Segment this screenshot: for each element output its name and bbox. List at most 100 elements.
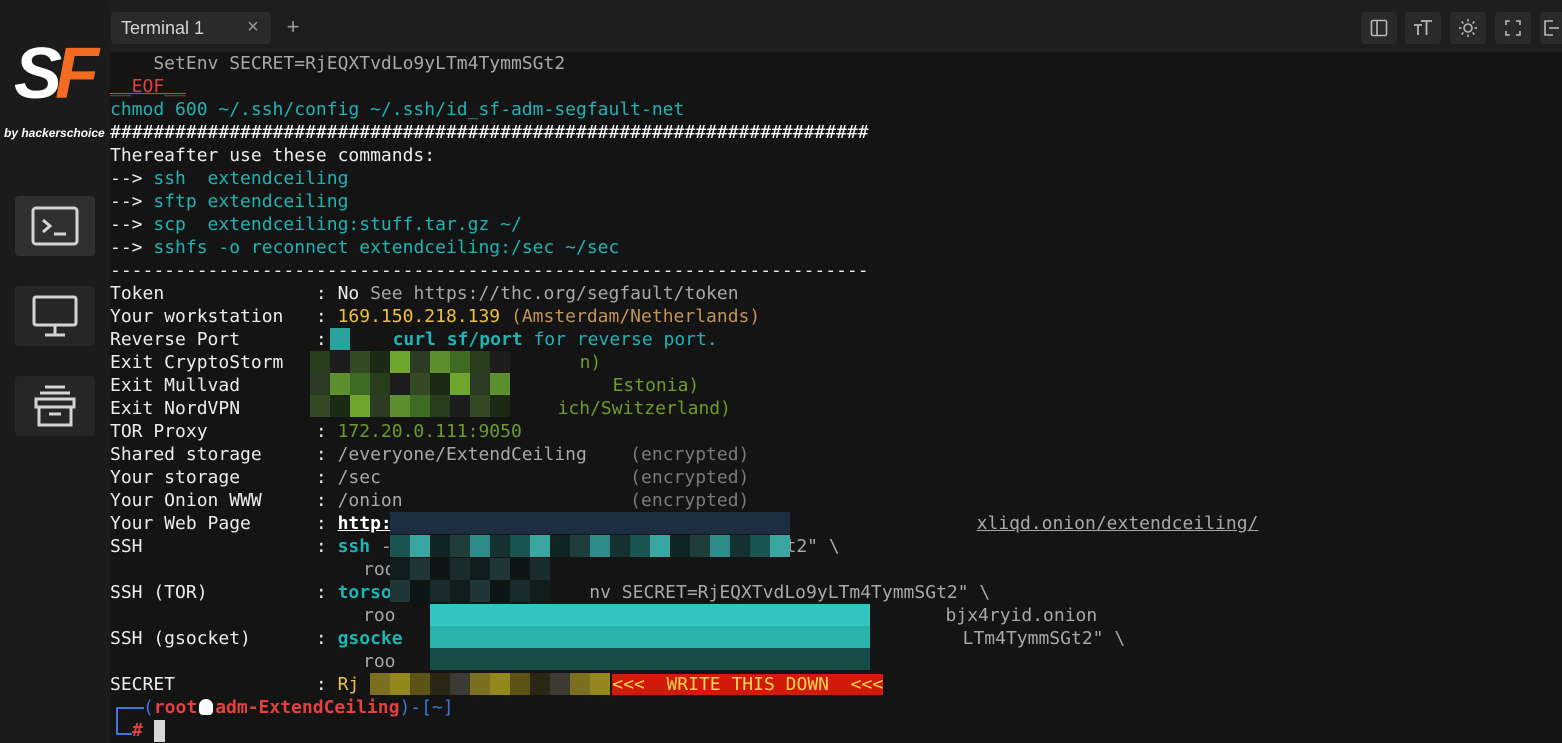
terminal-line: Shared storage : /everyone/ExtendCeiling… [110,443,749,466]
value: roo [363,651,396,672]
logo-letter-s: S [14,34,62,114]
theme-sun-icon [1459,19,1477,37]
redaction-pixel [430,395,450,417]
terminal-line: Reverse Port : curl sf/port for reverse … [110,328,718,351]
redaction-pixel [370,673,390,695]
redaction-pixel [650,604,670,626]
add-tab-button[interactable]: + [278,12,308,44]
terminal-line: Thereafter use these commands: [110,145,436,166]
arrow: --> [110,237,154,258]
redaction-pixel [830,626,850,648]
redaction-pixel [790,648,810,670]
font-size-button[interactable] [1405,12,1441,44]
redaction-pixel [710,604,730,626]
value: (encrypted) [586,444,750,465]
value: xliqd.onion/extendceiling/ [976,513,1259,534]
redaction-pixel [490,351,510,373]
redaction-pixel [450,580,470,602]
redaction-pixel [470,395,490,417]
redaction-pixel [770,626,790,648]
label: Your workstation : [110,306,338,327]
label: Your Web Page : [110,513,338,534]
redaction-pixel [430,648,450,670]
terminal-nav-button[interactable] [15,196,95,256]
terminal-line: chmod 600 ~/.ssh/config ~/.ssh/id_sf-adm… [110,99,685,120]
value: 172.20.0.111:9050 [337,421,522,442]
fullscreen-button[interactable] [1495,12,1531,44]
terminal-cursor [154,720,165,742]
redaction-pixel [770,535,790,557]
terminal-line: Token : No See https://thc.org/segfault/… [110,282,739,305]
redaction-pixel [510,673,530,695]
desktop-nav-button[interactable] [15,286,95,346]
redaction-pixel [510,604,530,626]
label: Your Onion WWW : [110,490,338,511]
byline: by hackerschoice [4,126,105,140]
redaction-pixel [470,373,490,395]
redaction-pixel [730,648,750,670]
redaction-pixel [390,673,410,695]
redaction-pixel [470,351,490,373]
value: Rj [337,674,360,695]
redaction-pixel [330,373,350,395]
redaction-pixel [830,648,850,670]
value: for reverse port. [522,329,718,350]
terminal-output[interactable]: SetEnv SECRET=RjEQXTvdLo9yLTm4TymmSGt2 _… [110,52,1562,743]
redaction-pixel [450,373,470,395]
redaction-pixel [710,626,730,648]
value: /sec [337,467,381,488]
value: See https://thc.org/segfault/token [370,283,739,304]
redaction-pixel [790,626,810,648]
redaction-pixel [710,512,730,534]
redaction-pixel [450,395,470,417]
redaction-pixel [310,395,330,417]
redaction-pixel [390,558,410,580]
value: (Amsterdam/Netherlands) [500,306,761,327]
redaction-pixel [590,673,610,695]
arrow: --> [110,214,154,235]
redaction-pixel [530,604,550,626]
redaction-pixel [650,512,670,534]
redaction-pixel [630,512,650,534]
tab-terminal-1[interactable]: Terminal 1 × [111,12,271,44]
redaction-pixel [630,648,650,670]
redaction-pixel [510,648,530,670]
redaction-pixel [550,673,570,695]
prompt-cwd: )-[~] [399,697,454,718]
redaction-pixel [510,626,530,648]
redaction-pixel [610,535,630,557]
redaction-pixel [670,648,690,670]
redaction-pixel [650,648,670,670]
redaction-pixel [510,535,530,557]
redaction-pixel [710,648,730,670]
redaction-pixel [430,673,450,695]
redaction-pixel [410,373,430,395]
redaction-pixel [530,512,550,534]
close-icon[interactable]: × [243,17,263,37]
redaction-pixel [430,512,450,534]
redaction-pixel [650,626,670,648]
redaction-pixel [690,604,710,626]
theme-toggle-button[interactable] [1450,12,1486,44]
redaction-pixel [530,558,550,580]
redaction-pixel [550,535,570,557]
command: sshfs -o reconnect extendceiling:/sec ~/… [153,237,620,258]
label: SSH (TOR) : [110,582,338,603]
redaction-pixel [490,558,510,580]
redaction-pixel [530,673,550,695]
label: SSH : [110,536,338,557]
redaction-pixel [530,580,550,602]
redaction-pixel [490,673,510,695]
terminal-line: ########################################… [110,122,869,143]
value: /onion [337,490,403,511]
storage-nav-button[interactable] [15,376,95,436]
command: sftp extendceiling [153,191,349,212]
redaction-pixel [450,648,470,670]
sidebar-toggle-button[interactable] [1361,12,1397,44]
archive-icon [34,385,76,427]
redaction-pixel [470,580,490,602]
redaction-pixel [450,604,470,626]
value: /everyone/ExtendCeiling [337,444,587,465]
redaction-pixel [530,626,550,648]
exit-button[interactable] [1540,12,1562,44]
